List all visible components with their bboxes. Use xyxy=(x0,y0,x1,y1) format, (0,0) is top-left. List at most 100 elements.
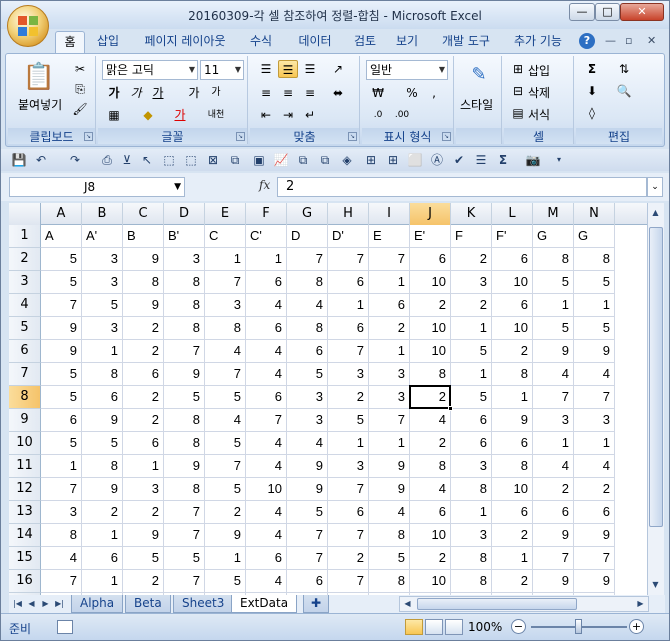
cell-f3[interactable]: 6 xyxy=(246,271,287,294)
cell-l5[interactable]: 10 xyxy=(492,317,533,340)
cell-g13[interactable]: 5 xyxy=(287,501,328,524)
cell-m2[interactable]: 8 xyxy=(533,248,574,271)
delete-cells-icon[interactable]: ⊟ xyxy=(508,82,528,100)
cell-n7[interactable]: 4 xyxy=(574,363,615,386)
phonetic-icon[interactable]: 내천 xyxy=(206,106,226,124)
cell-j11[interactable]: 8 xyxy=(410,455,451,478)
increase-indent-icon[interactable]: ⇥ xyxy=(278,106,298,124)
cell-m5[interactable]: 5 xyxy=(533,317,574,340)
cell-d6[interactable]: 7 xyxy=(164,340,205,363)
cell-a10[interactable]: 5 xyxy=(41,432,82,455)
sheet-tab-sheet3[interactable]: Sheet3 xyxy=(173,595,234,613)
cell-a12[interactable]: 7 xyxy=(41,478,82,501)
cell-d8[interactable]: 5 xyxy=(164,386,205,409)
cell-m13[interactable]: 6 xyxy=(533,501,574,524)
insert-sheet-icon[interactable]: ✚ xyxy=(303,595,329,613)
number-format-combo[interactable]: 일반 ▼ xyxy=(366,60,448,80)
cell-l11[interactable]: 8 xyxy=(492,455,533,478)
cell-g8[interactable]: 3 xyxy=(287,386,328,409)
scroll-left-icon[interactable]: ◀ xyxy=(400,596,415,612)
cell-e3[interactable]: 7 xyxy=(205,271,246,294)
cell-c11[interactable]: 1 xyxy=(123,455,164,478)
column-header-l[interactable]: L xyxy=(492,203,533,225)
row-header[interactable]: 15 xyxy=(9,547,41,570)
cell-h4[interactable]: 1 xyxy=(328,294,369,317)
cell-i9[interactable]: 7 xyxy=(369,409,410,432)
cell-a4[interactable]: 7 xyxy=(41,294,82,317)
cell-n11[interactable]: 4 xyxy=(574,455,615,478)
comma-icon[interactable]: , xyxy=(424,84,444,102)
zoom-level[interactable]: 100% xyxy=(468,620,502,634)
font-name-combo[interactable]: 맑은 고딕 ▼ xyxy=(102,60,198,80)
cell-k7[interactable]: 1 xyxy=(451,363,492,386)
shrink-font-icon[interactable]: 가 xyxy=(206,84,226,102)
cell-n6[interactable]: 9 xyxy=(574,340,615,363)
cell-k4[interactable]: 2 xyxy=(451,294,492,317)
form-icon[interactable]: ▣ xyxy=(251,152,267,168)
cell-l16[interactable]: 2 xyxy=(492,570,533,593)
insert-function-icon[interactable]: fx xyxy=(259,178,270,192)
align-middle-icon[interactable]: ☰ xyxy=(278,60,298,78)
cell-b10[interactable]: 5 xyxy=(82,432,123,455)
clear-icon[interactable]: ◊ xyxy=(582,104,602,122)
cell-m12[interactable]: 2 xyxy=(533,478,574,501)
cell-h3[interactable]: 6 xyxy=(328,271,369,294)
cell-k8[interactable]: 5 xyxy=(451,386,492,409)
decrease-indent-icon[interactable]: ⇤ xyxy=(256,106,276,124)
list-icon[interactable]: ☰ xyxy=(473,152,489,168)
cell-l7[interactable]: 8 xyxy=(492,363,533,386)
cell-a5[interactable]: 9 xyxy=(41,317,82,340)
decrease-decimal-icon[interactable]: .00 xyxy=(392,106,412,124)
italic-icon[interactable]: 가 xyxy=(126,84,146,102)
cell-i3[interactable]: 1 xyxy=(369,271,410,294)
cell-b2[interactable]: 3 xyxy=(82,248,123,271)
vertical-scrollbar[interactable]: ▲ ▼ xyxy=(647,203,664,595)
cell-c12[interactable]: 3 xyxy=(123,478,164,501)
cell-h7[interactable]: 3 xyxy=(328,363,369,386)
cell-h14[interactable]: 7 xyxy=(328,524,369,547)
cell-b13[interactable]: 2 xyxy=(82,501,123,524)
cell-g16[interactable]: 6 xyxy=(287,570,328,593)
cell-i10[interactable]: 1 xyxy=(369,432,410,455)
cell-g1[interactable]: D xyxy=(287,225,328,248)
cell-h13[interactable]: 6 xyxy=(328,501,369,524)
cell-i4[interactable]: 6 xyxy=(369,294,410,317)
cell-f4[interactable]: 4 xyxy=(246,294,287,317)
cell-l1[interactable]: F' xyxy=(492,225,533,248)
cell-h8[interactable]: 2 xyxy=(328,386,369,409)
row-header[interactable]: 1 xyxy=(9,225,41,248)
row-header[interactable]: 2 xyxy=(9,248,41,271)
cell-a13[interactable]: 3 xyxy=(41,501,82,524)
cell-e2[interactable]: 1 xyxy=(205,248,246,271)
cell-e9[interactable]: 4 xyxy=(205,409,246,432)
cell-k1[interactable]: F xyxy=(451,225,492,248)
cell-e13[interactable]: 2 xyxy=(205,501,246,524)
cell-j6[interactable]: 10 xyxy=(410,340,451,363)
cell-h1[interactable]: D' xyxy=(328,225,369,248)
cell-k6[interactable]: 5 xyxy=(451,340,492,363)
cell-m9[interactable]: 3 xyxy=(533,409,574,432)
expand-formula-bar-icon[interactable]: ⌄ xyxy=(647,177,663,197)
cell-k3[interactable]: 3 xyxy=(451,271,492,294)
check-icon[interactable]: ✔ xyxy=(451,152,467,168)
cell-c16[interactable]: 2 xyxy=(123,570,164,593)
copy-picture-icon[interactable]: ⧉ xyxy=(295,152,311,168)
font-color-icon[interactable]: 가 xyxy=(170,106,190,124)
workbook-close-icon[interactable]: ✕ xyxy=(647,34,656,47)
cell-n10[interactable]: 1 xyxy=(574,432,615,455)
cell-m3[interactable]: 5 xyxy=(533,271,574,294)
align-bottom-icon[interactable]: ☰ xyxy=(300,60,320,78)
cell-c1[interactable]: B xyxy=(123,225,164,248)
cell-c14[interactable]: 9 xyxy=(123,524,164,547)
cell-i14[interactable]: 8 xyxy=(369,524,410,547)
row-header[interactable]: 5 xyxy=(9,317,41,340)
paste-button[interactable]: 붙여넣기 xyxy=(18,96,62,113)
prev-sheet-icon[interactable]: ◀ xyxy=(25,597,38,611)
cell-f10[interactable]: 4 xyxy=(246,432,287,455)
cell-l12[interactable]: 10 xyxy=(492,478,533,501)
cell-g3[interactable]: 8 xyxy=(287,271,328,294)
tab-formulas[interactable]: 수식 xyxy=(241,31,281,53)
fill-color-icon[interactable]: ◆ xyxy=(138,106,158,124)
column-header-f[interactable]: F xyxy=(246,203,287,225)
insert-button[interactable]: 삽입 xyxy=(528,62,550,79)
